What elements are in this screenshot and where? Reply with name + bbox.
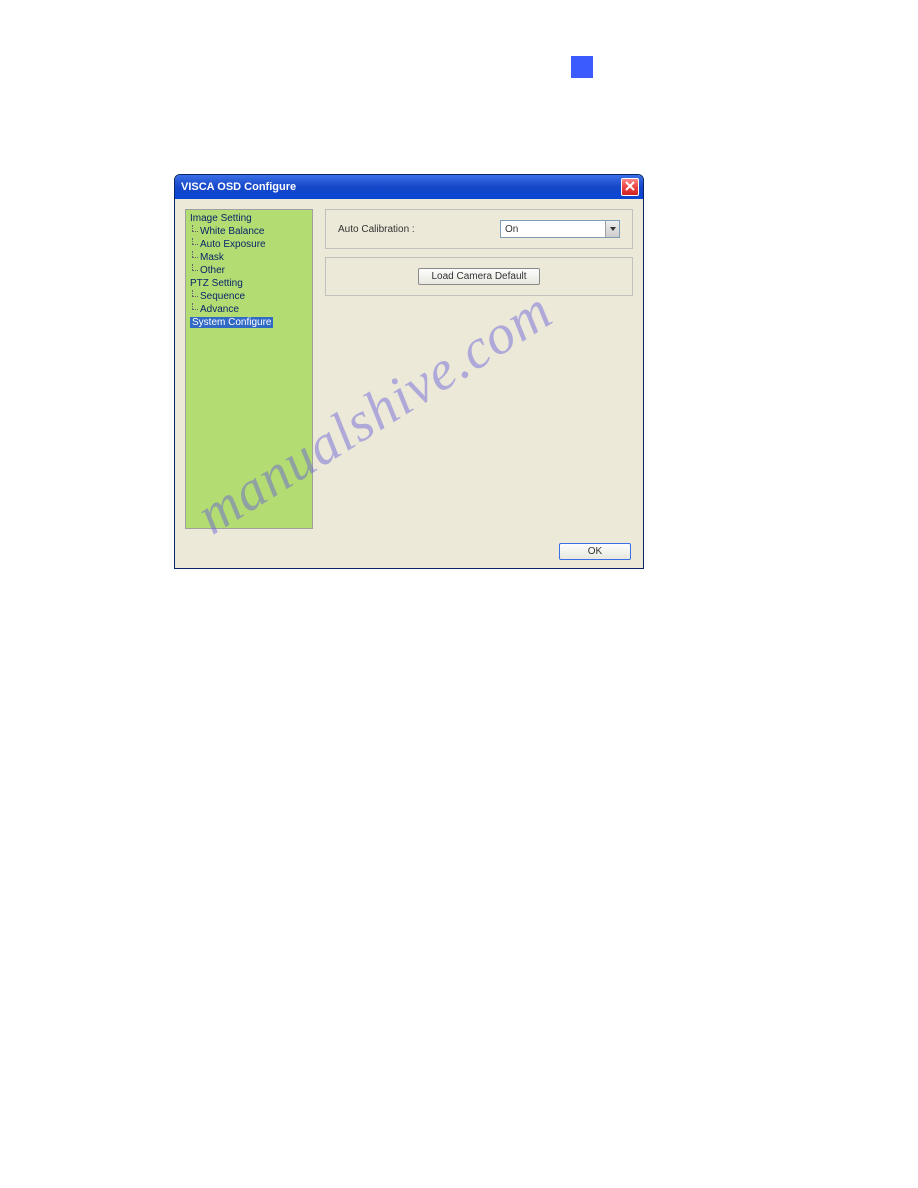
auto-calibration-dropdown[interactable]: On: [500, 220, 620, 238]
dropdown-value: On: [505, 224, 518, 235]
group-load-default: Load Camera Default: [325, 257, 633, 296]
tree-item-auto-exposure[interactable]: Auto Exposure: [188, 238, 310, 251]
tree-item-image-setting[interactable]: Image Setting: [188, 212, 310, 225]
tree-label: Auto Exposure: [200, 239, 266, 250]
group-auto-calibration: Auto Calibration : On: [325, 209, 633, 249]
tree-label: Advance: [200, 304, 239, 315]
tree-label: Mask: [200, 252, 224, 263]
close-button[interactable]: [621, 178, 639, 196]
tree-label: White Balance: [200, 226, 264, 237]
decorative-square: [571, 56, 593, 78]
tree-item-mask[interactable]: Mask: [188, 251, 310, 264]
dialog-body: Image Setting White Balance Auto Exposur…: [175, 199, 643, 534]
tree-item-other[interactable]: Other: [188, 264, 310, 277]
dialog-visca-osd-configure: VISCA OSD Configure Image Setting White …: [174, 174, 644, 569]
close-icon: [625, 181, 635, 194]
tree-item-sequence[interactable]: Sequence: [188, 290, 310, 303]
ok-button[interactable]: OK: [559, 543, 631, 560]
tree-label: Sequence: [200, 291, 245, 302]
load-camera-default-button[interactable]: Load Camera Default: [418, 268, 539, 285]
titlebar[interactable]: VISCA OSD Configure: [175, 175, 643, 199]
tree-panel[interactable]: Image Setting White Balance Auto Exposur…: [185, 209, 313, 529]
tree-item-ptz-setting[interactable]: PTZ Setting: [188, 277, 310, 290]
chevron-down-icon: [605, 221, 619, 237]
tree-label: Image Setting: [190, 213, 252, 224]
tree-item-advance[interactable]: Advance: [188, 303, 310, 316]
content-panel: Auto Calibration : On Load Camera Defaul…: [313, 209, 633, 524]
tree-item-system-configure[interactable]: System Configure: [188, 316, 310, 329]
tree-label: System Configure: [190, 317, 273, 328]
tree-item-white-balance[interactable]: White Balance: [188, 225, 310, 238]
tree-label: Other: [200, 265, 225, 276]
tree-label: PTZ Setting: [190, 278, 243, 289]
dialog-footer: OK: [175, 534, 643, 566]
dialog-title: VISCA OSD Configure: [181, 181, 296, 193]
auto-calibration-label: Auto Calibration :: [338, 224, 415, 235]
